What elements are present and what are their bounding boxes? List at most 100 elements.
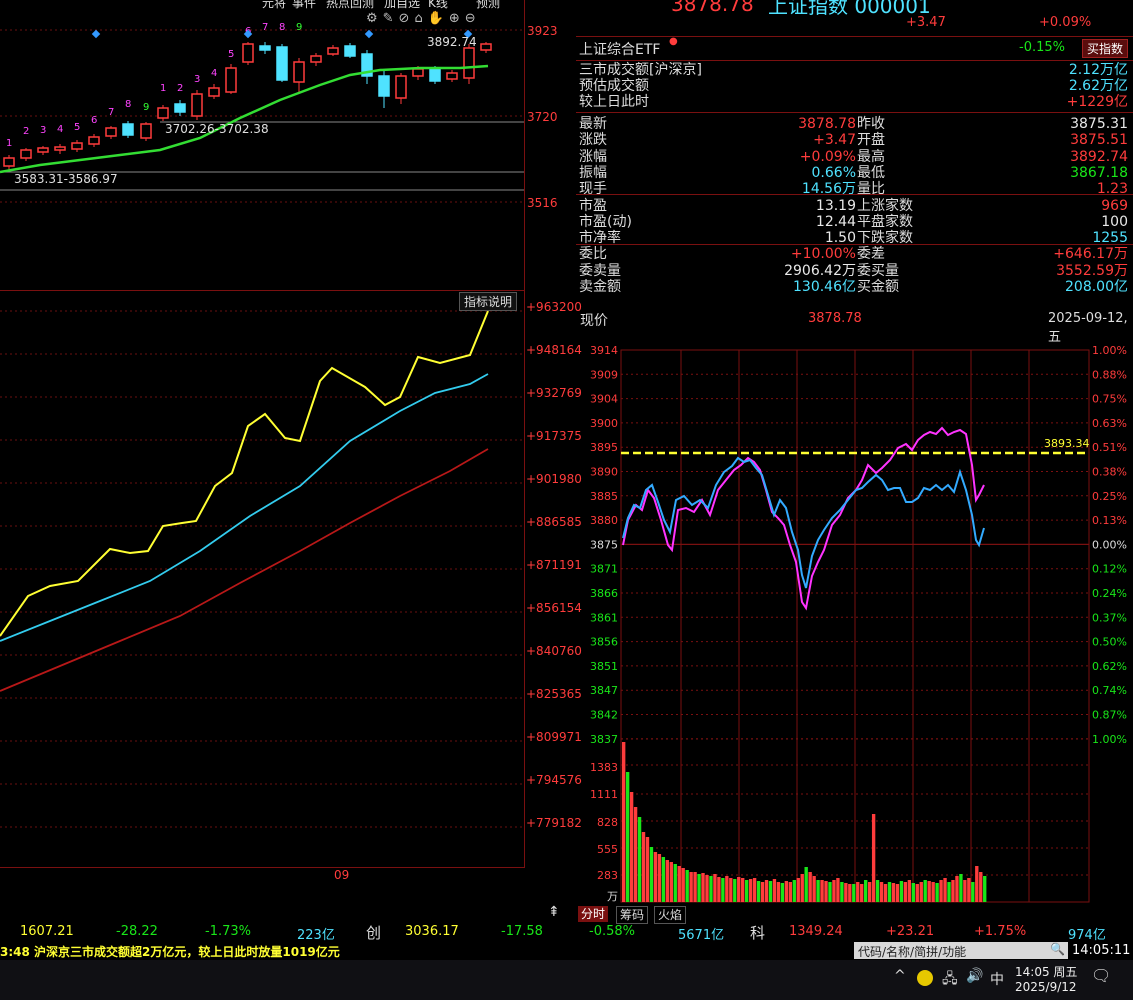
tab-minute[interactable]: 分时 — [578, 906, 609, 922]
pct-axis-tick: 0.74% — [1092, 684, 1127, 697]
candle-body — [276, 46, 288, 81]
search-icon[interactable]: 🔍 — [1050, 942, 1065, 956]
ime-indicator[interactable]: 中 — [990, 969, 1004, 989]
search-placeholder: 代码/名称/简拼/功能 — [858, 945, 967, 959]
volume-bar — [903, 882, 908, 902]
toolbar-item-forecast[interactable]: 预测 — [476, 0, 500, 11]
quote-label: 上涨家数 — [857, 197, 913, 214]
quote-row: 卖金额 130.46亿 买金额 208.00亿 — [579, 279, 1132, 295]
volume-bar — [875, 880, 880, 902]
seq-number: 9 — [296, 22, 302, 33]
quote-value: 0.66% — [811, 164, 856, 181]
network-icon[interactable]: 🖧 — [942, 968, 958, 992]
quote-header: 3878.78 上证指数 000001 +3.47 +0.09% — [576, 0, 1133, 36]
taskbar-date[interactable]: 2025/9/12 — [1015, 980, 1077, 994]
quote-label: 买金额 — [857, 279, 899, 295]
pct-axis-tick: 0.12% — [1092, 563, 1127, 576]
indicator-tick: +809971 — [526, 730, 582, 744]
quote-value: +10.00% — [790, 246, 856, 263]
volume-bar — [729, 878, 733, 902]
buy-index-button[interactable]: 买指数 — [1082, 39, 1129, 58]
etf-row[interactable]: 上证综合ETF ● -0.15% 买指数 — [576, 36, 1133, 59]
quote-value: 100 — [1101, 213, 1128, 230]
seq-number: 2 — [23, 126, 29, 137]
volume-bar — [760, 882, 765, 902]
clock: 14:05:11 — [1072, 943, 1131, 958]
seq-number: 4 — [57, 124, 63, 135]
volume-icon[interactable]: 🔊 — [966, 968, 983, 984]
candle-body — [480, 43, 492, 51]
notification-icon[interactable]: 🗨 — [1091, 966, 1111, 985]
volume-bar — [951, 880, 955, 902]
price-axis-tick: 3866 — [590, 587, 618, 600]
idx1-change: -28.22 — [116, 924, 158, 939]
quote-label: 开盘 — [857, 132, 885, 149]
volume-bar — [713, 874, 717, 902]
candle-body — [174, 103, 186, 113]
kline-chart[interactable]: 123456789123456789 元将 事件 热点回测 加自选 K线 预测 … — [0, 0, 558, 290]
indicator-tick: +840760 — [526, 644, 582, 658]
seq-number: 3 — [194, 74, 200, 85]
intraday-price: 3878.78 — [808, 311, 862, 326]
taskbar-time[interactable]: 14:05 周五 — [1015, 963, 1077, 980]
volume-bar — [637, 817, 642, 902]
idx2-name[interactable]: 创 — [366, 922, 381, 943]
pct-axis-tick: 1.00% — [1092, 344, 1127, 357]
candle-body — [20, 149, 32, 159]
quote-value: 13.19 — [815, 197, 856, 214]
seq-number: 3 — [40, 125, 46, 136]
quote-value: 3552.59万 — [1056, 262, 1128, 279]
volume-bar — [848, 884, 852, 902]
indicator-chart[interactable]: 指标说明 — [0, 290, 525, 868]
quote-row: 最新 3878.78 昨收 3875.31 — [579, 116, 1132, 132]
volume-bar — [784, 881, 789, 902]
indicator-tick: +779182 — [526, 816, 582, 830]
quote-label: 卖金额 — [579, 279, 621, 295]
quote-label: 委卖量 — [579, 262, 621, 279]
market-row-value: 2.62万亿 — [1068, 78, 1128, 94]
idx3-name[interactable]: 科 — [750, 922, 765, 943]
intraday-chart[interactable]: 3914 3909 3904 3900 3895 3890 3885 3880 3875 3871… — [576, 340, 1133, 905]
quote-label: 最新 — [579, 116, 607, 132]
quote-value: 3878.78 — [798, 116, 856, 132]
news-ticker[interactable]: 3:48 沪深京三市成交额超2万亿元，较上日此时放量1019亿元 代码/名称/简… — [0, 942, 1133, 960]
seq-number: 8 — [125, 99, 131, 110]
toolbar-item-add-watchlist[interactable]: 加自选 — [384, 0, 420, 11]
intraday-label: 现价 — [580, 313, 608, 329]
volume-bar — [633, 807, 638, 902]
volume-bar — [967, 878, 971, 902]
search-input[interactable]: 代码/名称/简拼/功能 🔍 — [854, 942, 1068, 959]
volume-bar — [911, 883, 915, 902]
toolbar-item-yuanjiang[interactable]: 元将 — [262, 0, 286, 11]
idx3-change: +23.21 — [886, 924, 935, 939]
volume-bar — [701, 873, 705, 902]
pct-axis-tick: 0.63% — [1092, 417, 1127, 430]
app-tray-icon[interactable] — [917, 970, 933, 986]
quote-label: 昨收 — [857, 116, 885, 132]
volume-bar — [828, 882, 832, 902]
candle-body — [140, 123, 152, 139]
market-row-label: 三市成交额[沪深京] — [579, 62, 702, 78]
scroll-top-icon[interactable]: ⇞ — [548, 904, 560, 920]
quote-label: 振幅 — [579, 164, 607, 181]
volume-bar — [804, 867, 808, 902]
candle-body — [310, 55, 322, 63]
volume-bar — [836, 878, 840, 902]
volume-bar — [629, 792, 634, 902]
volume-bar — [816, 880, 820, 902]
indicator-line-yellow — [0, 310, 489, 637]
chevron-up-icon[interactable]: ^ — [894, 968, 906, 984]
volume-bar — [915, 884, 919, 902]
toolbar-item-hot-backtest[interactable]: 热点回测 — [326, 0, 374, 11]
toolbar-item-events[interactable]: 事件 — [292, 0, 316, 11]
news-text[interactable]: 3:48 沪深京三市成交额超2万亿元，较上日此时放量1019亿元 — [0, 943, 340, 960]
volume-bar — [899, 881, 904, 902]
tool-icons[interactable]: ⚙✎⊘⌂✋⊕⊖ — [366, 11, 481, 26]
indicator-tick: +917375 — [526, 429, 582, 443]
toolbar-item-kline[interactable]: K线 — [428, 0, 448, 11]
volume-bar — [891, 883, 896, 902]
quote-label: 平盘家数 — [857, 213, 913, 230]
quote-value: 969 — [1101, 197, 1128, 214]
indicator-help-button[interactable]: 指标说明 — [459, 292, 518, 311]
volume-bar — [975, 866, 979, 902]
